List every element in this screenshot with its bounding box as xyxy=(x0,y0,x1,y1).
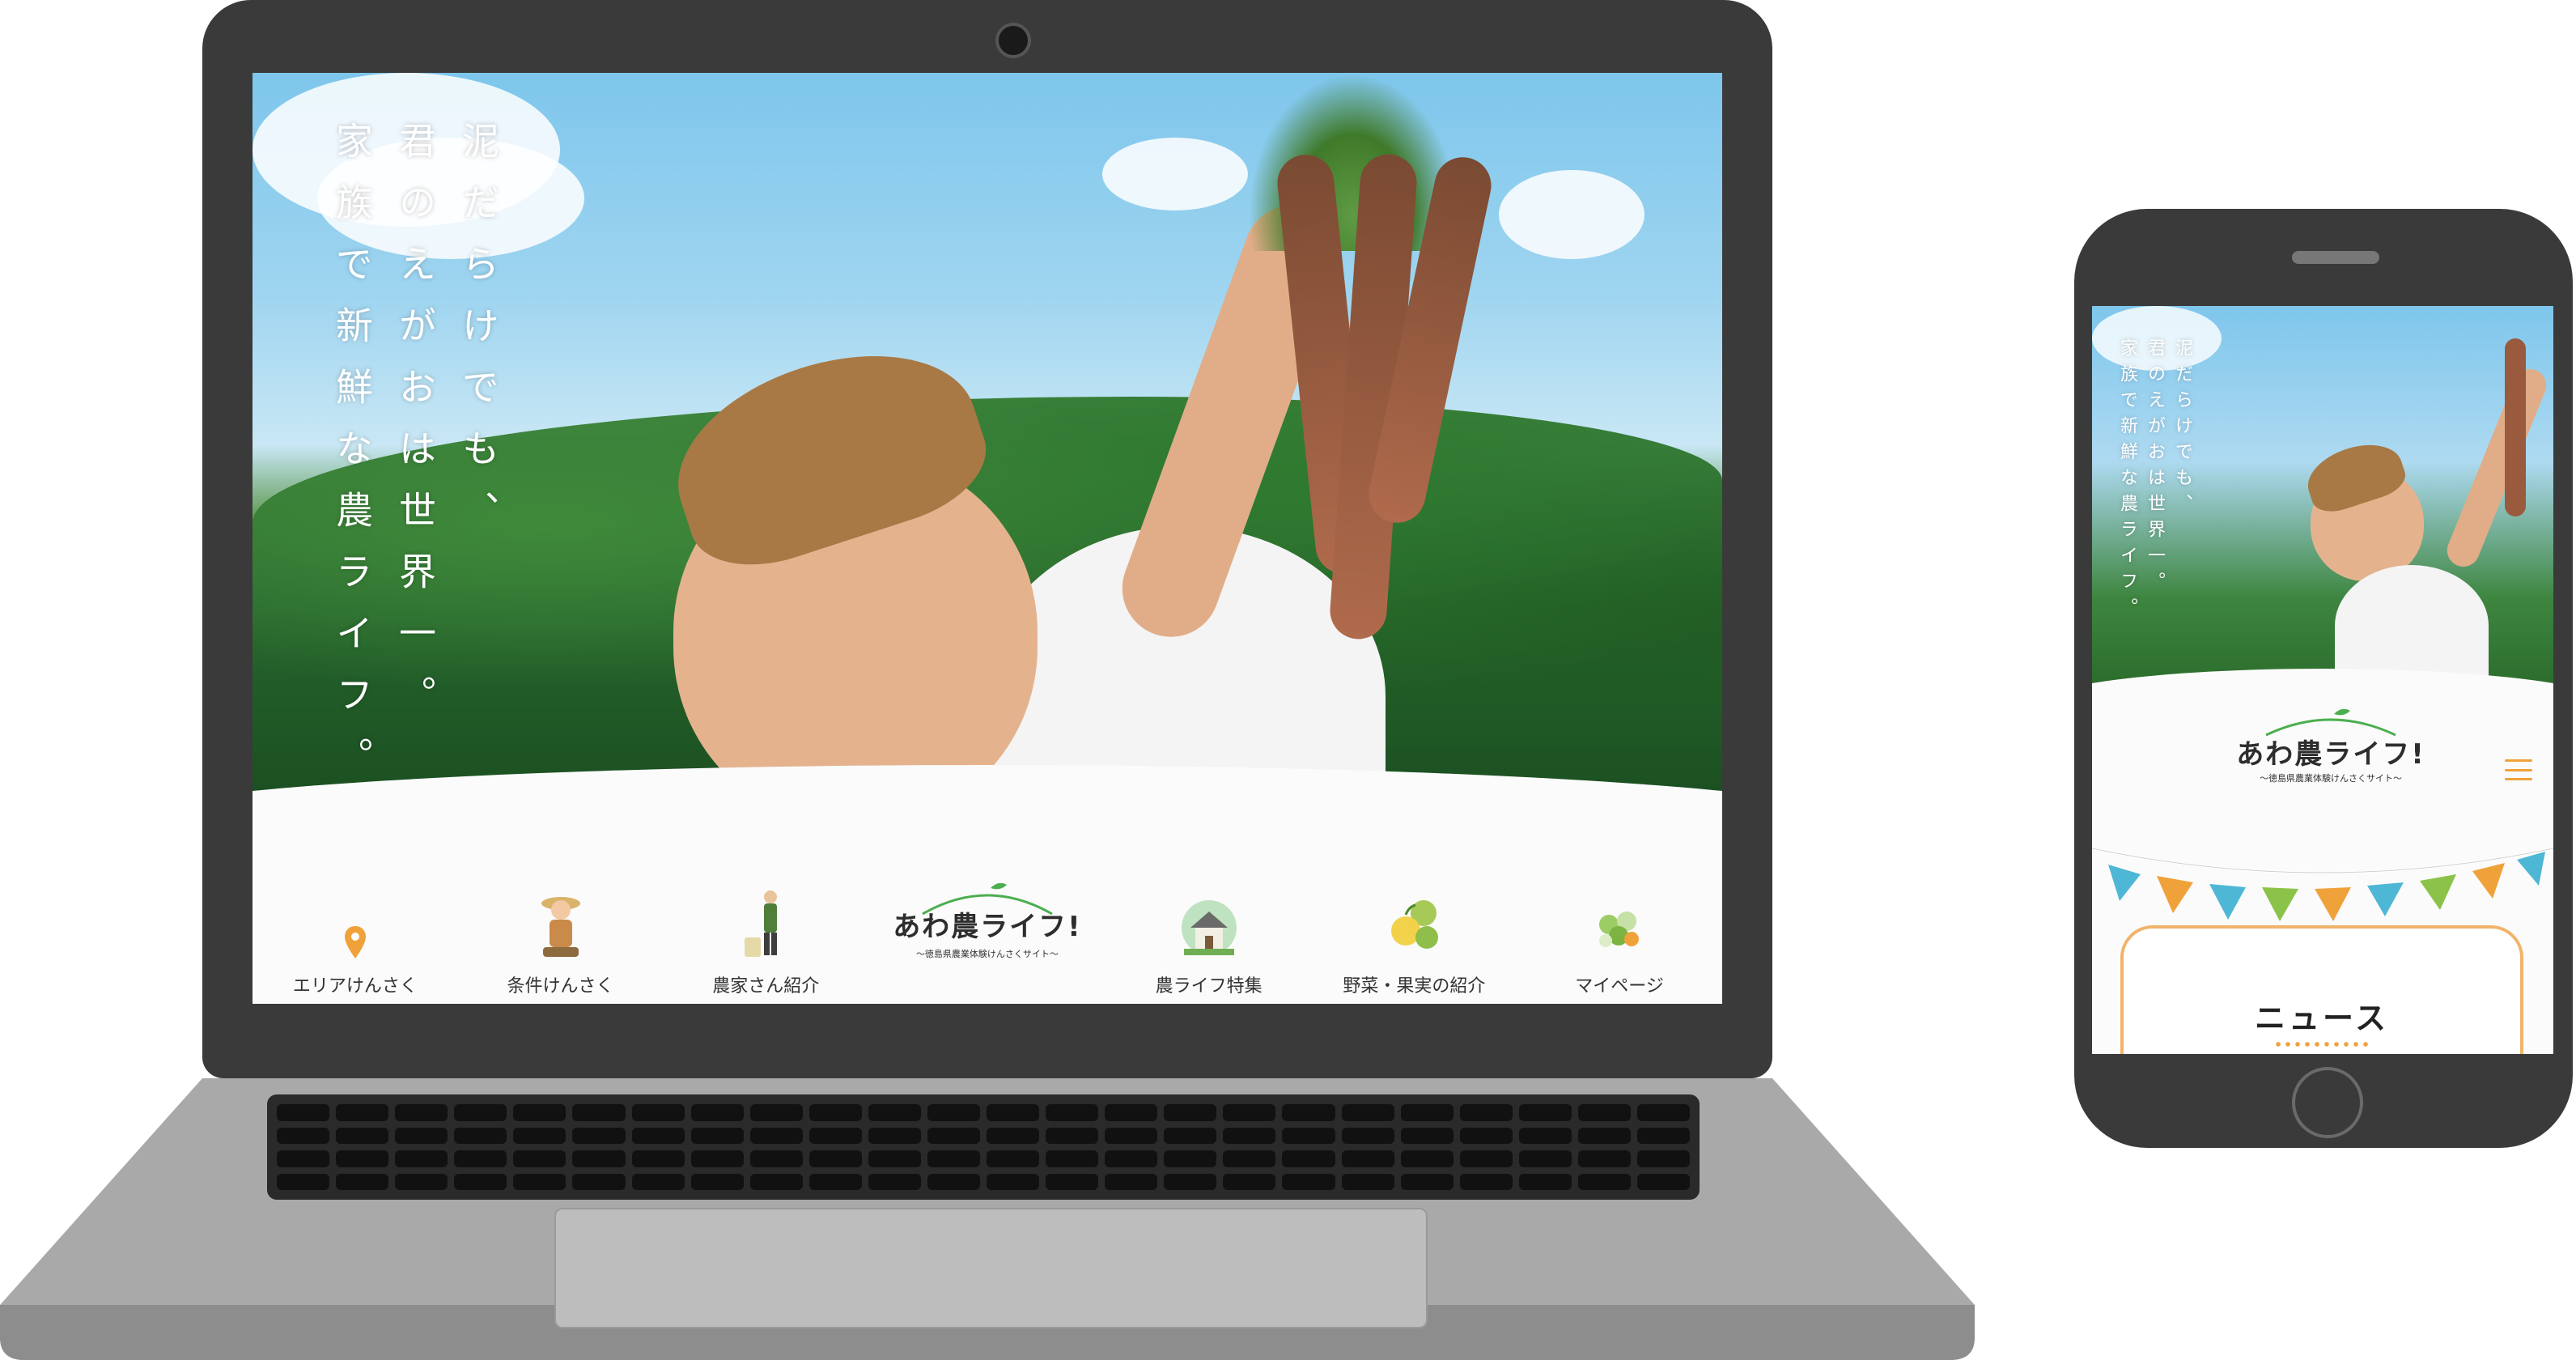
mobile-hero-image: 泥だらけでも、 君のえがおは世界一。 家族で新鮮な農ライフ。 xyxy=(2092,306,2553,695)
bunting-garland-icon xyxy=(2092,847,2553,921)
catchphrase-line: 泥だらけでも、 xyxy=(456,121,500,552)
logo-mark: あわ農ライフ! 〜徳島県農業体験けんさくサイト〜 xyxy=(893,877,1082,966)
laptop-keyboard xyxy=(267,1094,1700,1200)
nav-label: 条件けんさく xyxy=(507,976,614,997)
nav-label: 農ライフ特集 xyxy=(1155,976,1263,997)
sweet-potato xyxy=(2505,338,2526,516)
nav-my-page[interactable]: マイページ xyxy=(1538,887,1700,1004)
nav-area-search[interactable]: エリアけんさく xyxy=(274,887,436,1004)
catchphrase-line: 泥だらけでも、 xyxy=(2172,338,2192,520)
nav-label: エリアけんさく xyxy=(292,976,418,997)
farmhouse-icon xyxy=(1181,887,1237,960)
news-section: ニュース xyxy=(2120,925,2523,1054)
hamburger-menu-icon[interactable] xyxy=(2505,759,2532,780)
nav-farm-life-feature[interactable]: 農ライフ特集 xyxy=(1128,887,1290,1004)
phone-speaker xyxy=(2292,251,2379,264)
vegetables-icon xyxy=(1381,887,1446,960)
catchphrase-line: 家族で新鮮な農ライフ。 xyxy=(330,121,374,798)
logo-title: あわ農ライフ! xyxy=(2236,738,2425,771)
nav-farmer-intro[interactable]: 農家さん紹介 xyxy=(685,887,847,1004)
cloud xyxy=(1102,138,1248,210)
main-navigation: エリアけんさく 条件けんさく 農家さん紹介 あわ農ライフ! 〜徳島県農業体験けん… xyxy=(253,882,1722,1004)
farmer-icon xyxy=(741,887,790,960)
girl-arm xyxy=(2442,363,2552,572)
logo-subtitle: 〜徳島県農業体験けんさくサイト〜 xyxy=(2260,773,2402,784)
phone-home-button xyxy=(2292,1067,2363,1138)
cloud xyxy=(1499,170,1644,259)
hero-image: 泥だらけでも、 君のえがおは世界一。 家族で新鮮な農ライフ。 xyxy=(253,73,1722,818)
webcam-icon xyxy=(995,23,1031,58)
map-pin-icon xyxy=(343,887,367,960)
catchphrase-line: 君のえがおは世界一。 xyxy=(2145,338,2165,597)
mobile-site-logo[interactable]: あわ農ライフ! 〜徳島県農業体験けんさくサイト〜 xyxy=(2234,708,2428,784)
farmer-girl-icon xyxy=(537,887,585,960)
catchphrase-line: 君のえがおは世界一。 xyxy=(393,121,437,737)
nav-label: 農家さん紹介 xyxy=(712,976,820,997)
nav-condition-search[interactable]: 条件けんさく xyxy=(480,887,642,1004)
nav-vegetables-fruits[interactable]: 野菜・果実の紹介 xyxy=(1333,887,1495,1004)
mobile-site-screen: 泥だらけでも、 君のえがおは世界一。 家族で新鮮な農ライフ。 あわ農ライフ! 〜… xyxy=(2092,306,2553,1054)
logo-title: あわ農ライフ! xyxy=(893,910,1082,943)
dotted-underline xyxy=(2273,1042,2370,1047)
site-logo[interactable]: あわ農ライフ! 〜徳島県農業体験けんさくサイト〜 . xyxy=(890,877,1084,1004)
desktop-site-screen: 泥だらけでも、 君のえがおは世界一。 家族で新鮮な農ライフ。 エリアけんさく 条… xyxy=(253,73,1722,1004)
hero-catchphrase: 泥だらけでも、 君のえがおは世界一。 家族で新鮮な農ライフ。 xyxy=(329,121,501,798)
catchphrase-line: 家族で新鮮な農ライフ。 xyxy=(2117,338,2137,623)
logo-subtitle: 〜徳島県農業体験けんさくサイト〜 xyxy=(915,948,1059,959)
news-heading: ニュース xyxy=(2254,1001,2390,1036)
nav-label: マイページ xyxy=(1575,976,1664,997)
flower-bouquet-icon xyxy=(1591,887,1648,960)
nav-label: 野菜・果実の紹介 xyxy=(1343,976,1486,997)
mobile-hero-catchphrase: 泥だらけでも、 君のえがおは世界一。 家族で新鮮な農ライフ。 xyxy=(2116,338,2192,623)
laptop-trackpad xyxy=(554,1208,1428,1328)
